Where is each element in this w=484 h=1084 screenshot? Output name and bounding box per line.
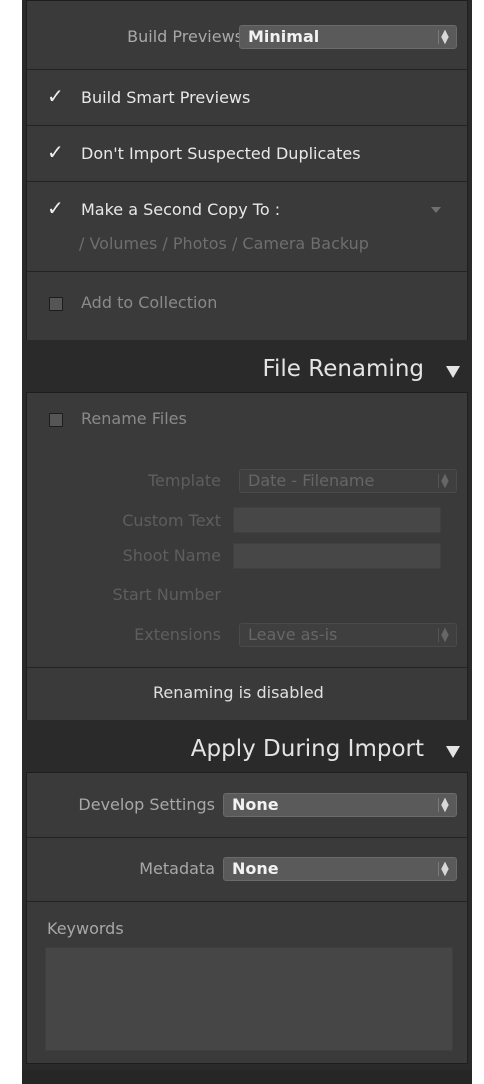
divider (27, 125, 469, 126)
template-label: Template (147, 471, 221, 490)
file-handling-section: Build Previews Minimal ▲ ▼ ✓ Build Smart … (26, 0, 469, 342)
second-copy-label[interactable]: Make a Second Copy To : (81, 200, 280, 219)
metadata-label: Metadata (139, 859, 215, 878)
file-renaming-header[interactable]: File Renaming (22, 340, 472, 400)
apply-during-import-section: Develop Settings None ▲ ▼ Metadata None ▲… (26, 772, 469, 1064)
dropdown-triangle-icon[interactable] (431, 207, 441, 213)
build-previews-label: Build Previews (127, 27, 243, 46)
file-renaming-section: Rename Files Template Date - Filename ▲ ▼… (26, 392, 469, 722)
build-smart-previews-label[interactable]: Build Smart Previews (81, 88, 250, 107)
start-number-label: Start Number (112, 585, 221, 604)
import-options-panel: Build Previews Minimal ▲ ▼ ✓ Build Smart … (22, 0, 472, 1084)
develop-settings-value: None (232, 795, 279, 814)
keywords-textarea[interactable] (45, 947, 453, 1051)
updown-arrows-icon: ▲ ▼ (438, 797, 451, 814)
updown-arrows-icon: ▲ ▼ (438, 29, 451, 46)
second-copy-path: / Volumes / Photos / Camera Backup (79, 234, 369, 253)
custom-text-label: Custom Text (122, 511, 221, 530)
divider (27, 837, 469, 838)
empty-checkbox-icon[interactable] (49, 297, 63, 311)
divider (27, 181, 469, 182)
divider (27, 901, 469, 902)
rename-files-label[interactable]: Rename Files (81, 409, 187, 428)
shoot-name-field[interactable] (233, 543, 441, 569)
empty-checkbox-icon[interactable] (49, 413, 63, 427)
updown-arrows-icon: ▲ ▼ (438, 473, 451, 490)
metadata-value: None (232, 859, 279, 878)
next-section-header-edge (22, 1070, 472, 1084)
checkmark-icon[interactable]: ✓ (47, 198, 65, 218)
divider (27, 667, 469, 668)
template-value: Date - Filename (248, 471, 375, 490)
checkmark-icon[interactable]: ✓ (47, 142, 65, 162)
dont-import-duplicates-label[interactable]: Don't Import Suspected Duplicates (81, 144, 361, 163)
triangle-down-icon[interactable] (446, 746, 460, 758)
extensions-label: Extensions (134, 625, 221, 644)
extensions-value: Leave as-is (248, 625, 338, 644)
develop-settings-select[interactable]: None ▲ ▼ (223, 793, 457, 817)
add-to-collection-label[interactable]: Add to Collection (81, 293, 217, 312)
custom-text-field[interactable] (233, 507, 441, 533)
divider (27, 69, 469, 70)
develop-settings-label: Develop Settings (78, 795, 215, 814)
extensions-select[interactable]: Leave as-is ▲ ▼ (239, 623, 457, 647)
apply-during-import-title: Apply During Import (190, 736, 424, 762)
build-previews-select[interactable]: Minimal ▲ ▼ (239, 25, 457, 49)
divider (27, 271, 469, 272)
template-select[interactable]: Date - Filename ▲ ▼ (239, 469, 457, 493)
metadata-select[interactable]: None ▲ ▼ (223, 857, 457, 881)
file-renaming-title: File Renaming (262, 356, 424, 382)
updown-arrows-icon: ▲ ▼ (438, 627, 451, 644)
build-previews-value: Minimal (248, 27, 320, 46)
apply-during-import-header[interactable]: Apply During Import (22, 720, 472, 780)
keywords-label: Keywords (47, 919, 124, 938)
shoot-name-label: Shoot Name (122, 546, 221, 565)
triangle-down-icon[interactable] (446, 366, 460, 378)
updown-arrows-icon: ▲ ▼ (438, 861, 451, 878)
checkmark-icon[interactable]: ✓ (47, 86, 65, 106)
renaming-status: Renaming is disabled (153, 683, 324, 702)
